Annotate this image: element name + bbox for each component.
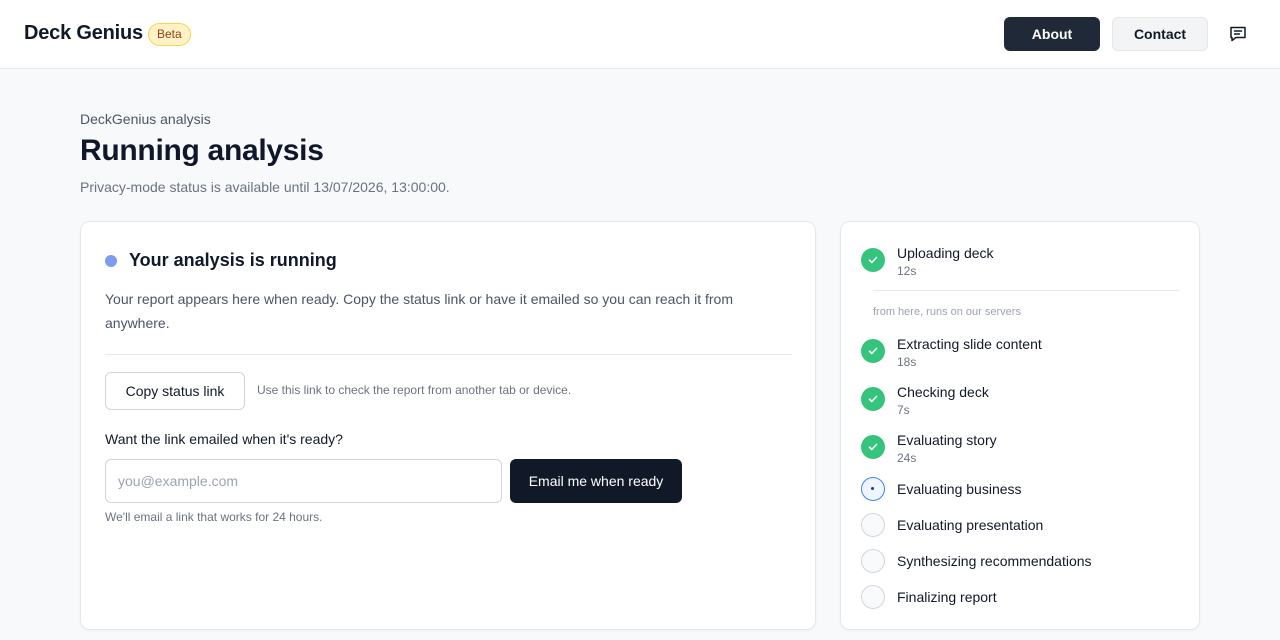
status-card-title: Your analysis is running (129, 250, 337, 270)
email-me-button[interactable]: Email me when ready (510, 459, 682, 503)
step-label: Evaluating story (897, 432, 997, 448)
check-circle-icon (861, 387, 885, 411)
about-button[interactable]: About (1004, 17, 1100, 51)
top-bar: Deck Genius Beta About Contact (0, 0, 1280, 69)
page-title: Running analysis (80, 134, 324, 167)
step-time: 12s (897, 264, 917, 278)
contact-button[interactable]: Contact (1112, 17, 1208, 51)
check-circle-icon (861, 435, 885, 459)
copy-status-link-button[interactable]: Copy status link (105, 372, 245, 410)
pending-circle-icon (861, 549, 885, 573)
email-field[interactable] (105, 459, 502, 503)
email-field-label: Want the link emailed when it's ready? (105, 431, 343, 447)
step-label: Checking deck (897, 384, 989, 400)
steps-divider (873, 290, 1179, 291)
status-card-description: Your report appears here when ready. Cop… (105, 291, 734, 331)
in-progress-icon (861, 477, 885, 501)
progress-steps-card: Uploading deck 12s from here, runs on ou… (840, 221, 1200, 630)
running-status-dot (105, 255, 117, 267)
page-kicker: DeckGenius analysis (80, 111, 211, 127)
server-processing-note: from here, runs on our servers (873, 306, 1021, 318)
pending-circle-icon (861, 585, 885, 609)
step-time: 24s (897, 451, 917, 465)
step-label: Extracting slide content (897, 336, 1042, 352)
copy-link-hint: Use this link to check the report from a… (257, 383, 572, 397)
beta-badge: Beta (148, 23, 191, 46)
step-label: Synthesizing recommendations (897, 553, 1092, 569)
step-label: Uploading deck (897, 245, 994, 261)
check-circle-icon (861, 248, 885, 272)
step-label: Evaluating business (897, 481, 1022, 497)
message-square-icon[interactable] (1228, 24, 1248, 44)
step-label: Finalizing report (897, 589, 997, 605)
step-time: 7s (897, 403, 910, 417)
email-note: We'll email a link that works for 24 hou… (105, 510, 323, 524)
pending-circle-icon (861, 513, 885, 537)
step-time: 18s (897, 355, 917, 369)
privacy-status-note: Privacy-mode status is available until 1… (80, 179, 450, 195)
step-label: Evaluating presentation (897, 517, 1044, 533)
analysis-status-card: Your analysis is running Your report app… (80, 221, 816, 630)
brand-logo[interactable]: Deck Genius (24, 22, 143, 45)
divider (105, 354, 792, 355)
check-circle-icon (861, 339, 885, 363)
